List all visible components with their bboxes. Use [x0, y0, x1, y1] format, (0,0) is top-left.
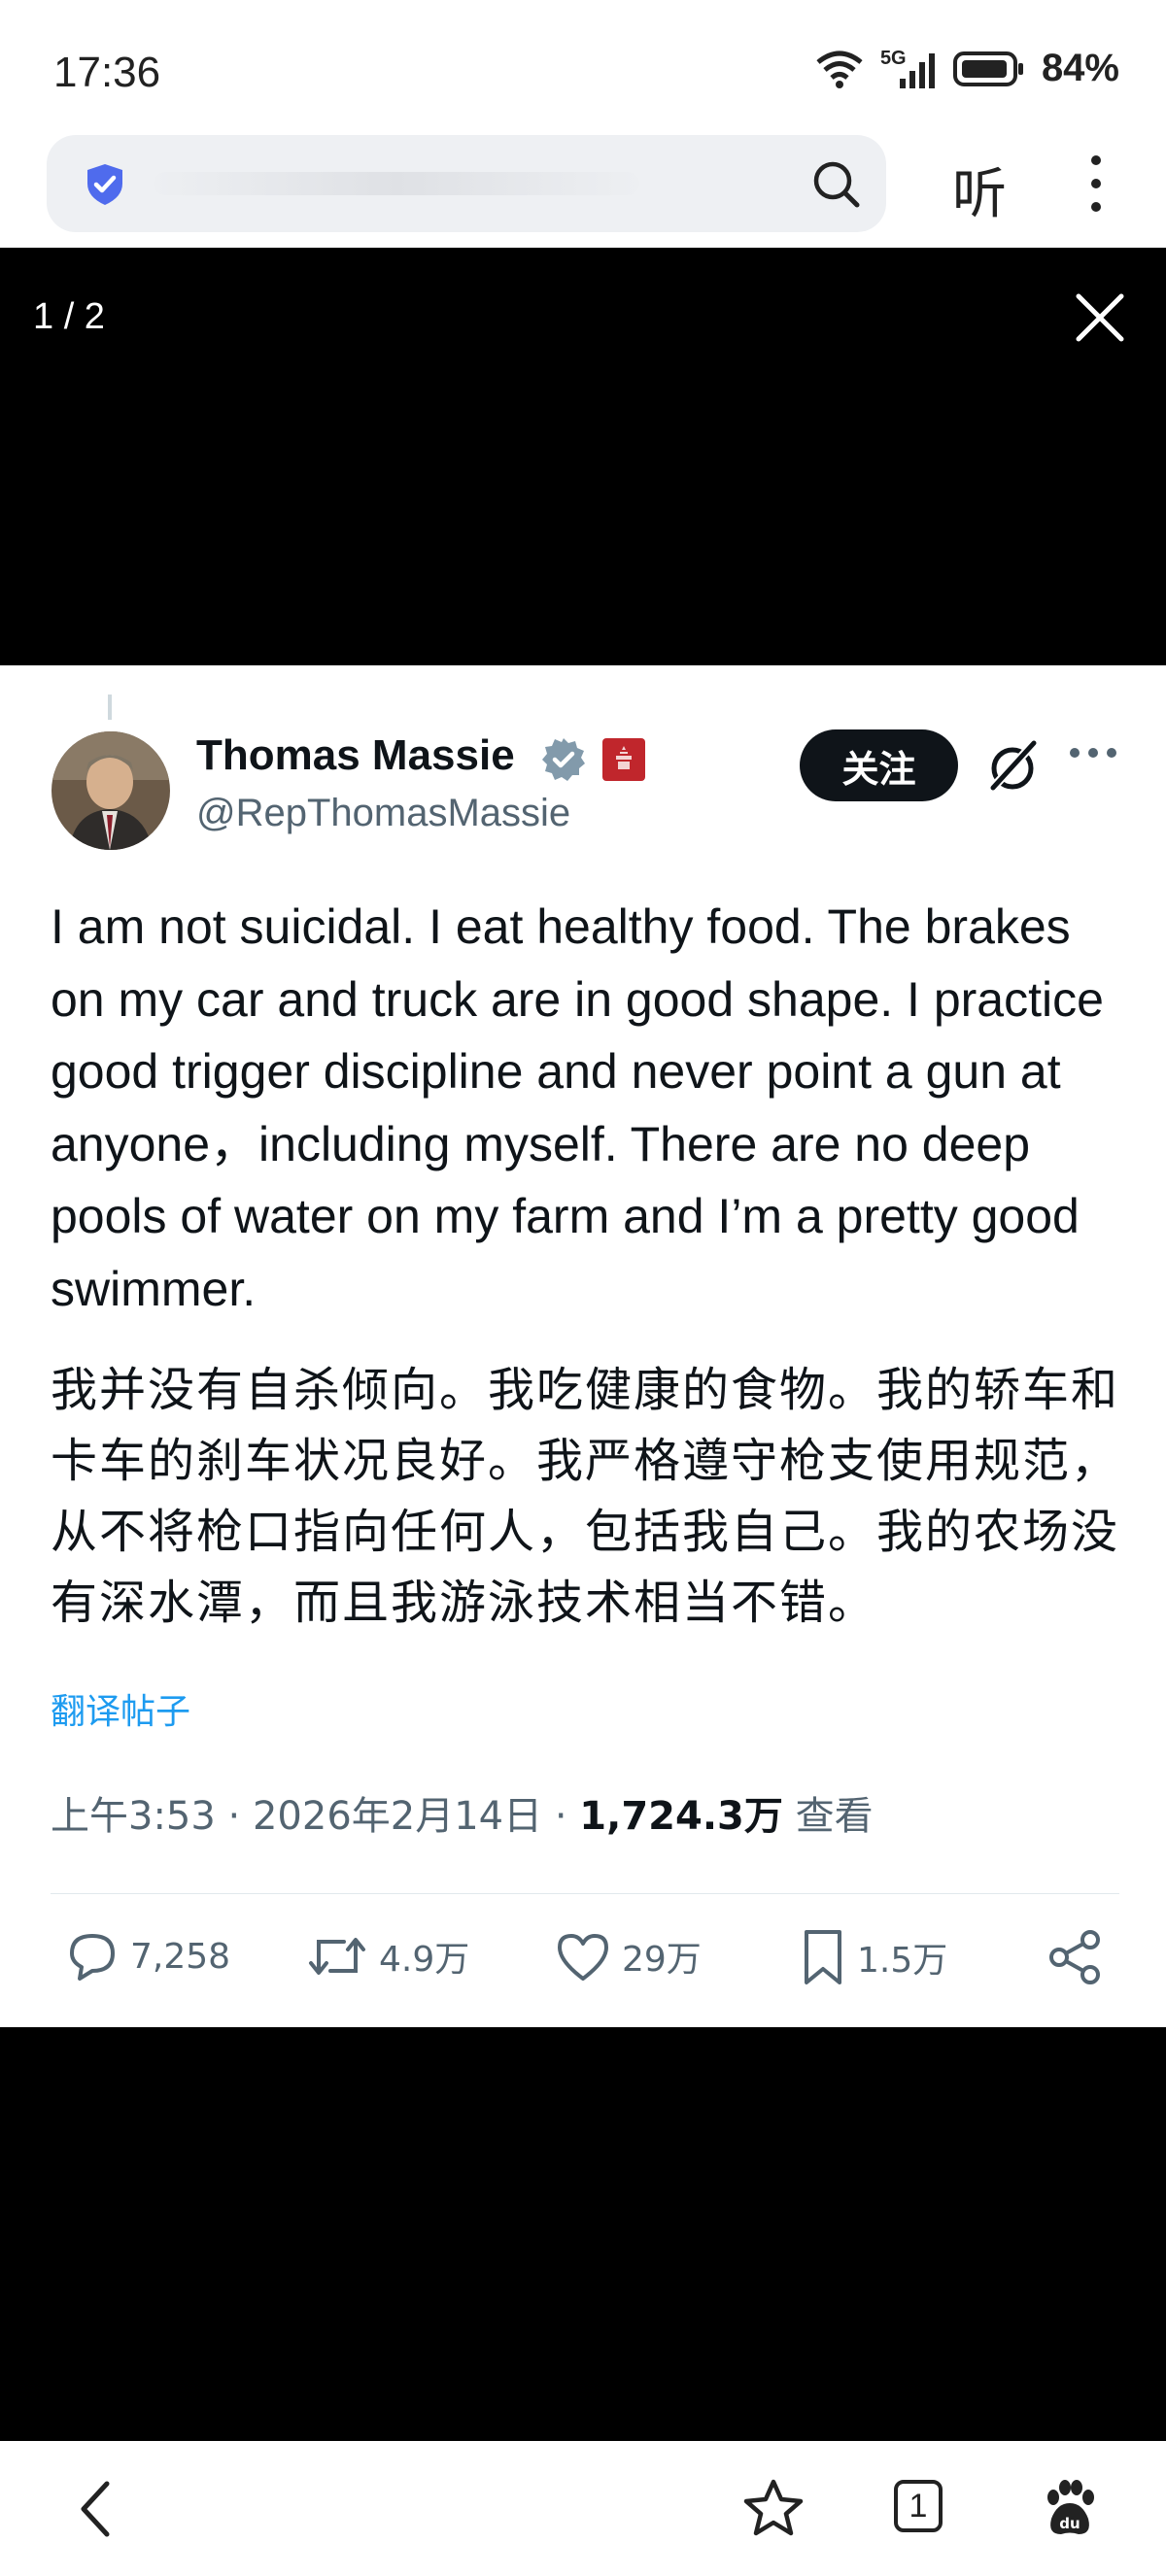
tweet-meta: 上午3:53 · 2026年2月14日 · 1,724.3万 查看 — [51, 1784, 874, 1841]
like-button[interactable]: 29万 — [554, 1928, 702, 1984]
tweet-text-english: I am not suicidal. I eat healthy food. T… — [51, 899, 1104, 1316]
display-name[interactable]: Thomas Massie — [196, 731, 515, 780]
gov-badge-icon — [602, 738, 645, 781]
share-icon — [1049, 1930, 1100, 1984]
image-viewer-top: 1 / 2 — [0, 248, 1166, 665]
tabs-icon[interactable]: 1 — [894, 2480, 943, 2532]
thread-line — [108, 695, 112, 720]
repost-icon — [309, 1938, 365, 1975]
meta-separator: · — [227, 1794, 253, 1839]
browser-toolbar: 听 — [0, 131, 1166, 248]
avatar[interactable] — [51, 731, 170, 850]
battery-percent: 84% — [1041, 47, 1119, 89]
share-button[interactable] — [1046, 1928, 1104, 1986]
image-viewer-bottom — [0, 2027, 1166, 2441]
reply-count: 7,258 — [130, 1936, 231, 1977]
status-time: 17:36 — [53, 49, 161, 96]
close-icon[interactable] — [1073, 290, 1127, 345]
bookmark-count: 1.5万 — [857, 1941, 948, 1981]
signal-indicator: 5G — [880, 48, 937, 90]
view-count: 1,724.3万 — [579, 1794, 783, 1839]
repost-count: 4.9万 — [379, 1940, 470, 1980]
bookmark-button[interactable]: 1.5万 — [799, 1928, 947, 1986]
back-icon[interactable] — [74, 2478, 117, 2540]
more-vertical-icon[interactable] — [1079, 153, 1114, 215]
status-bar: 17:36 5G 84% — [0, 0, 1166, 131]
reply-button[interactable]: 7,258 — [64, 1928, 230, 1984]
wifi-icon — [816, 51, 863, 88]
views-label: 查看 — [795, 1794, 874, 1839]
page-counter: 1 / 2 — [33, 296, 105, 337]
verified-icon — [542, 738, 585, 781]
listen-button[interactable]: 听 — [952, 151, 1007, 229]
bookmark-icon — [805, 1930, 841, 1984]
repost-button[interactable]: 4.9万 — [305, 1928, 469, 1984]
search-icon[interactable] — [810, 158, 861, 209]
handle[interactable]: @RepThomasMassie — [196, 792, 570, 835]
reply-icon — [70, 1934, 115, 1981]
tweet-date[interactable]: 2026年2月14日 — [253, 1794, 542, 1839]
tweet-actions: 7,258 4.9万 29万 1.5万 — [51, 1928, 1119, 1996]
signal-icon — [899, 52, 935, 88]
follow-button[interactable]: 关注 — [800, 729, 958, 801]
tweet-card: Thomas Massie @RepThomasMassie 关注 I am n… — [0, 665, 1166, 2027]
grok-icon[interactable] — [983, 737, 1042, 796]
baidu-paw-icon[interactable]: du — [1040, 2478, 1100, 2538]
status-icons: 5G 84% — [814, 47, 1119, 90]
battery-icon — [952, 51, 1023, 86]
tweet-time[interactable]: 上午3:53 — [51, 1794, 216, 1839]
divider — [51, 1893, 1119, 1894]
svg-text:du: du — [1059, 2515, 1080, 2532]
shield-icon — [87, 164, 122, 205]
tweet-text-chinese: 我并没有自杀倾向。我吃健康的食物。我的轿车和卡车的刹车状况良好。我严格遵守枪支使… — [51, 1363, 1120, 1630]
meta-separator: · — [554, 1794, 580, 1839]
like-icon — [558, 1934, 608, 1981]
more-horizontal-icon[interactable] — [1069, 745, 1117, 761]
bottom-nav: 1 du — [0, 2441, 1166, 2576]
star-icon[interactable] — [742, 2478, 805, 2538]
url-text-blurred — [154, 172, 639, 195]
like-count: 29万 — [622, 1940, 702, 1980]
translate-post-link[interactable]: 翻译帖子 — [51, 1683, 190, 1734]
address-bar[interactable] — [47, 135, 886, 232]
